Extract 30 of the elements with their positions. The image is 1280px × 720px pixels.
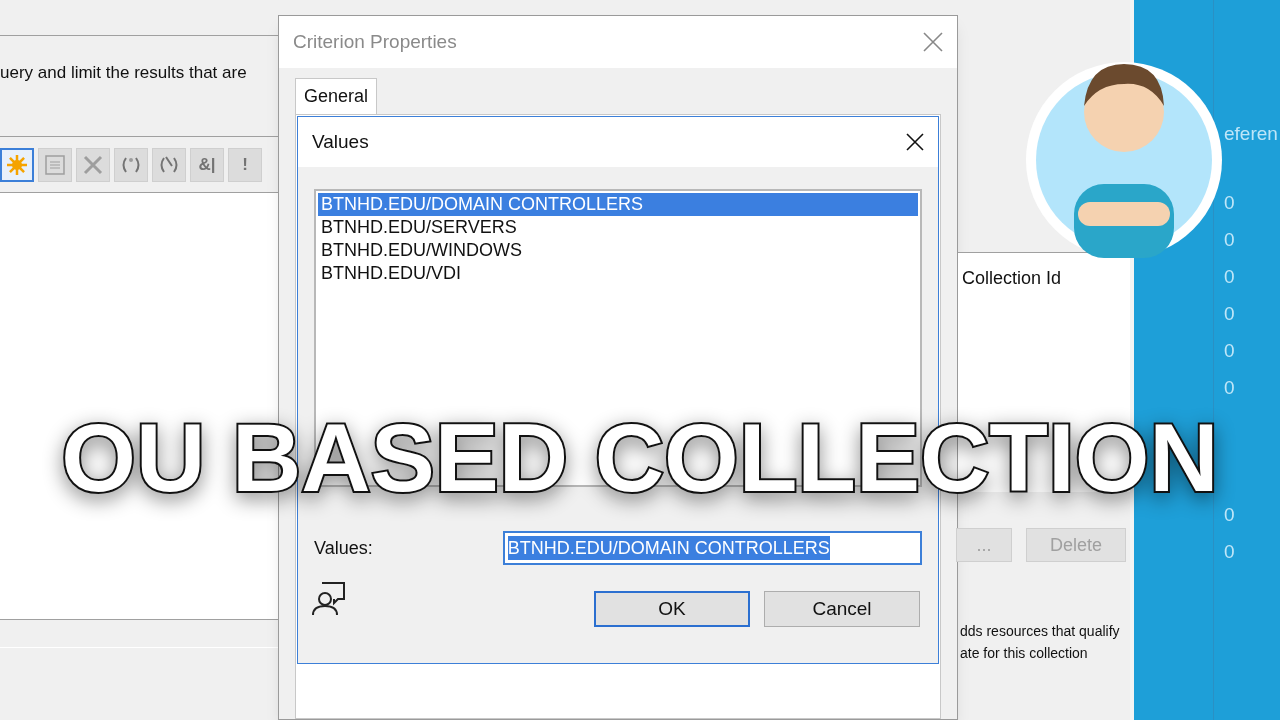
table-cell-text: 0 <box>1224 301 1236 325</box>
cross-icon <box>82 153 104 176</box>
dialog-tab[interactable]: General <box>295 78 378 114</box>
list-item[interactable]: BTNHD.EDU/WINDOWS <box>318 239 918 262</box>
table-cell-text: 0 <box>1224 502 1236 526</box>
person-icon <box>310 581 348 617</box>
column-header: eferen <box>1224 122 1279 146</box>
toolbar-button[interactable] <box>0 147 34 182</box>
table-cell-text: 0 <box>1224 227 1236 251</box>
description-text: uery and limit the results that are <box>0 63 247 82</box>
column-header: Collection Id <box>962 268 1062 288</box>
table-cell-text: 0 <box>1224 375 1236 399</box>
ok-button[interactable]: OK <box>594 591 750 627</box>
cancel-button[interactable]: Cancel <box>764 591 920 627</box>
table-cell-text: 0 <box>1224 264 1236 288</box>
note-text: dds resources that qualify <box>960 622 1121 641</box>
dialog-title: Criterion Properties <box>293 29 457 54</box>
list-item[interactable]: BTNHD.EDU/VDI <box>318 262 918 285</box>
table-cell-text: 0 <box>1224 539 1236 563</box>
form-icon <box>44 153 66 176</box>
field-label: Values: <box>314 536 374 560</box>
note-text: ate for this collection <box>960 644 1089 663</box>
values-input-field[interactable]: BTNHD.EDU/DOMAIN CONTROLLERS <box>502 531 922 565</box>
table-cell-text: 0 <box>1224 338 1236 362</box>
sun-icon <box>6 153 28 176</box>
close-icon[interactable] <box>906 133 924 151</box>
list-item[interactable]: BTNHD.EDU/SERVERS <box>318 216 918 239</box>
list-item[interactable]: BTNHD.EDU/DOMAIN CONTROLLERS <box>318 193 918 216</box>
table-cell-text: 0 <box>1224 190 1236 214</box>
dialog-title: Values <box>312 129 369 154</box>
